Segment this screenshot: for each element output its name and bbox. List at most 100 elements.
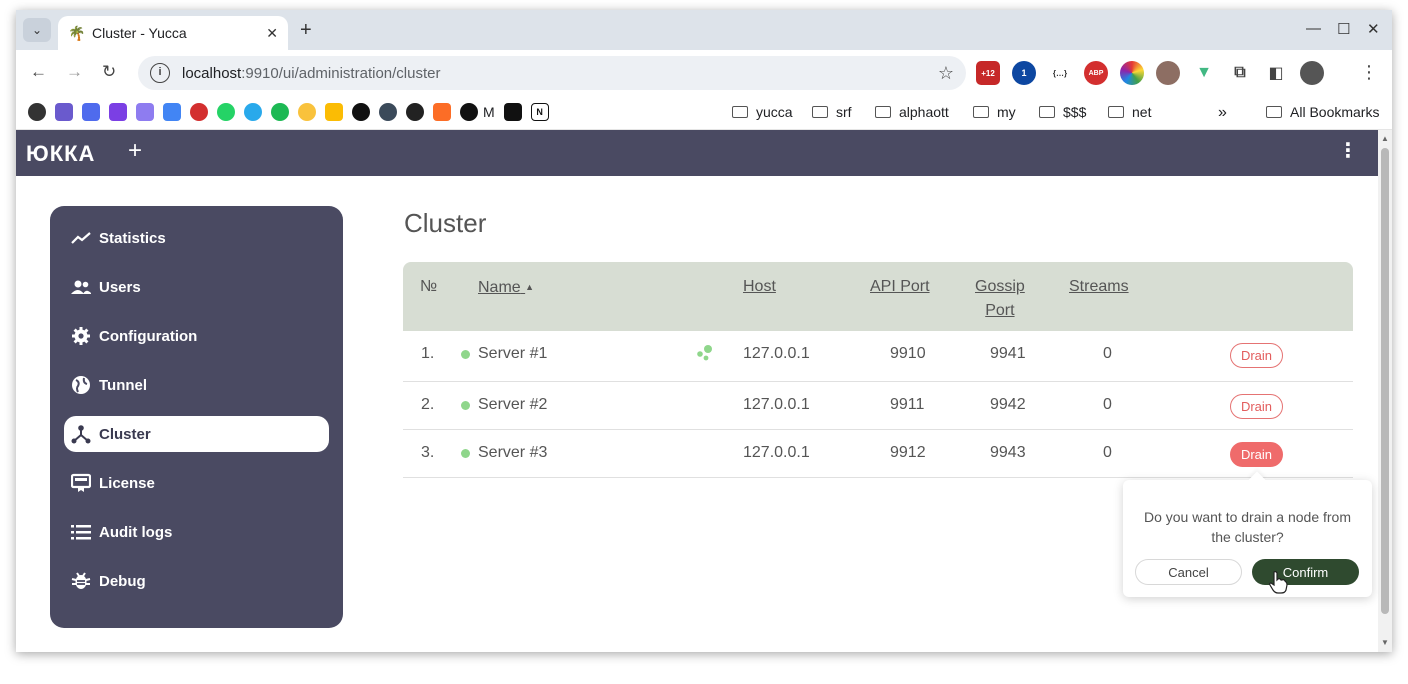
status-online-dot — [461, 350, 470, 359]
more-bookmarks-label: » — [1218, 104, 1227, 121]
column-streams[interactable]: Streams — [1069, 275, 1129, 299]
add-plus-icon[interactable]: + — [128, 139, 142, 163]
sidebar-item-license[interactable]: License — [64, 465, 329, 501]
column-host[interactable]: Host — [743, 275, 776, 299]
bookmark-jetbrains-icon[interactable] — [503, 103, 522, 121]
window-close-icon[interactable]: ✕ — [1367, 20, 1380, 38]
app-header: ЮККА + ⋮ — [16, 130, 1378, 176]
bookmark-star-icon[interactable]: ☆ — [938, 63, 954, 84]
bookmark-whatsapp-icon[interactable] — [217, 103, 235, 121]
sidebar-item-label: Tunnel — [99, 376, 148, 394]
bookmark-vite-icon[interactable] — [136, 103, 154, 121]
server-host: 127.0.0.1 — [743, 396, 810, 413]
sidebar-item-statistics[interactable]: Statistics — [64, 220, 329, 256]
column-name[interactable]: Name ▲ — [478, 275, 534, 300]
bookmark-calendar-icon[interactable] — [82, 103, 100, 121]
bookmark-p-icon[interactable] — [460, 103, 478, 121]
bookmark-gitlab-icon[interactable] — [433, 103, 451, 121]
table-row: 1. Server #1 127.0.0.1 9910 9941 0 Drain — [403, 331, 1353, 382]
bookmark-folder-srf[interactable]: srf — [812, 104, 852, 120]
ext-password-manager-icon[interactable]: 1 — [1012, 61, 1036, 85]
column-api-port[interactable]: API Port — [870, 275, 930, 299]
bookmark-keep-icon[interactable] — [325, 103, 343, 121]
bookmark-github-icon[interactable] — [406, 103, 424, 121]
ext-cookie-icon[interactable] — [1156, 61, 1180, 85]
side-panel-icon[interactable]: ◧ — [1264, 61, 1288, 85]
drain-confirm-popover: Do you want to drain a node from the clu… — [1123, 471, 1372, 597]
scroll-down-icon[interactable]: ▼ — [1381, 638, 1389, 647]
table-row: 2. Server #2 127.0.0.1 9911 9942 0 Drain — [403, 382, 1353, 430]
extensions-puzzle-icon[interactable]: ⧉ — [1228, 61, 1252, 85]
bookmarks-bar: M N yucca srf alphaott my $$$ net » All … — [16, 96, 1392, 130]
ext-color-picker-icon[interactable] — [1120, 61, 1144, 85]
tab-close-icon[interactable]: ✕ — [266, 25, 278, 42]
site-info-icon[interactable]: i — [150, 63, 170, 83]
bookmark-m-label[interactable]: M — [483, 104, 495, 120]
app-logo[interactable]: ЮККА — [26, 141, 95, 167]
bookmark-folder-yucca[interactable]: yucca — [732, 104, 793, 120]
chart-line-icon — [71, 228, 91, 248]
drain-button[interactable]: Drain — [1230, 394, 1283, 419]
ext-vue-devtools-icon[interactable]: ▼ — [1192, 61, 1216, 85]
page-scrollbar[interactable]: ▲ ▼ — [1378, 130, 1392, 652]
bookmark-folder-icon[interactable] — [109, 103, 127, 121]
bookmark-mail-icon[interactable] — [55, 103, 73, 121]
cancel-button[interactable]: Cancel — [1135, 559, 1242, 585]
bookmark-folder-net[interactable]: net — [1108, 104, 1151, 120]
bookmark-folder-label: net — [1132, 104, 1152, 120]
browser-tab[interactable]: 🌴 Cluster - Yucca ✕ — [58, 16, 288, 50]
app-menu-icon[interactable]: ⋮ — [1338, 141, 1358, 161]
url-path: :9910/ui/administration/cluster — [241, 64, 441, 82]
back-arrow-icon[interactable]: ← — [30, 62, 47, 82]
url-host: localhost — [182, 64, 242, 82]
bookmark-a-icon[interactable] — [352, 103, 370, 121]
drain-button[interactable]: Drain — [1230, 343, 1283, 368]
sidebar-item-debug[interactable]: Debug — [64, 563, 329, 599]
maximize-icon[interactable]: ☐ — [1337, 20, 1350, 38]
sidebar-item-label: License — [99, 474, 155, 492]
tab-search-chevron-icon[interactable]: ⌄ — [23, 18, 51, 42]
bookmark-folder-money[interactable]: $$$ — [1039, 104, 1086, 120]
browser-menu-icon[interactable]: ⋮ — [1360, 62, 1378, 83]
drain-button-active[interactable]: Drain — [1230, 442, 1283, 467]
scrollbar-thumb[interactable] — [1381, 148, 1389, 614]
scroll-up-icon[interactable]: ▲ — [1381, 134, 1389, 143]
bookmark-globe-icon[interactable] — [28, 103, 46, 121]
bookmark-telegram-icon[interactable] — [244, 103, 262, 121]
bookmark-folder-label: my — [997, 104, 1016, 120]
all-bookmarks-folder[interactable]: All Bookmarks — [1266, 104, 1379, 120]
server-streams: 0 — [1103, 345, 1112, 362]
more-bookmarks-icon[interactable]: » — [1218, 104, 1227, 122]
bookmark-app-icon[interactable] — [190, 103, 208, 121]
column-gossip-port[interactable]: Gossip Port — [975, 275, 1025, 323]
bookmark-folder-alphaott[interactable]: alphaott — [875, 104, 949, 120]
sidebar-item-cluster[interactable]: Cluster — [64, 416, 329, 452]
palm-tree-favicon-icon: 🌴 — [68, 25, 86, 41]
minimize-icon[interactable]: — — [1306, 20, 1321, 37]
sidebar-item-label: Statistics — [99, 229, 166, 247]
forward-arrow-icon[interactable]: → — [66, 62, 83, 82]
server-host: 127.0.0.1 — [743, 345, 810, 362]
bookmark-docker-icon[interactable] — [379, 103, 397, 121]
bookmark-translate-icon[interactable] — [163, 103, 181, 121]
sidebar-item-audit-logs[interactable]: Audit logs — [64, 514, 329, 550]
server-streams: 0 — [1103, 396, 1112, 413]
bookmark-folder-my[interactable]: my — [973, 104, 1016, 120]
profile-avatar[interactable] — [1300, 61, 1324, 85]
address-bar[interactable]: i localhost:9910/ui/administration/clust… — [138, 56, 966, 90]
bookmark-spotify-icon[interactable] — [271, 103, 289, 121]
reload-icon[interactable]: ↻ — [102, 62, 116, 82]
ext-badge-icon[interactable]: +12 — [976, 61, 1000, 85]
server-gossip-port: 9941 — [990, 345, 1026, 362]
new-tab-plus-icon[interactable]: + — [300, 20, 312, 40]
ext-adblock-icon[interactable]: ABP — [1084, 61, 1108, 85]
bookmark-notion-icon[interactable]: N — [530, 103, 549, 121]
sidebar-item-users[interactable]: Users — [64, 269, 329, 305]
status-online-dot — [461, 449, 470, 458]
sidebar-item-configuration[interactable]: Configuration — [64, 318, 329, 354]
ext-json-icon[interactable]: {…} — [1048, 61, 1072, 85]
bookmark-sun-icon[interactable] — [298, 103, 316, 121]
server-api-port: 9912 — [890, 444, 926, 461]
sidebar-item-tunnel[interactable]: Tunnel — [64, 367, 329, 403]
ext-badge-count: +12 — [981, 68, 995, 78]
